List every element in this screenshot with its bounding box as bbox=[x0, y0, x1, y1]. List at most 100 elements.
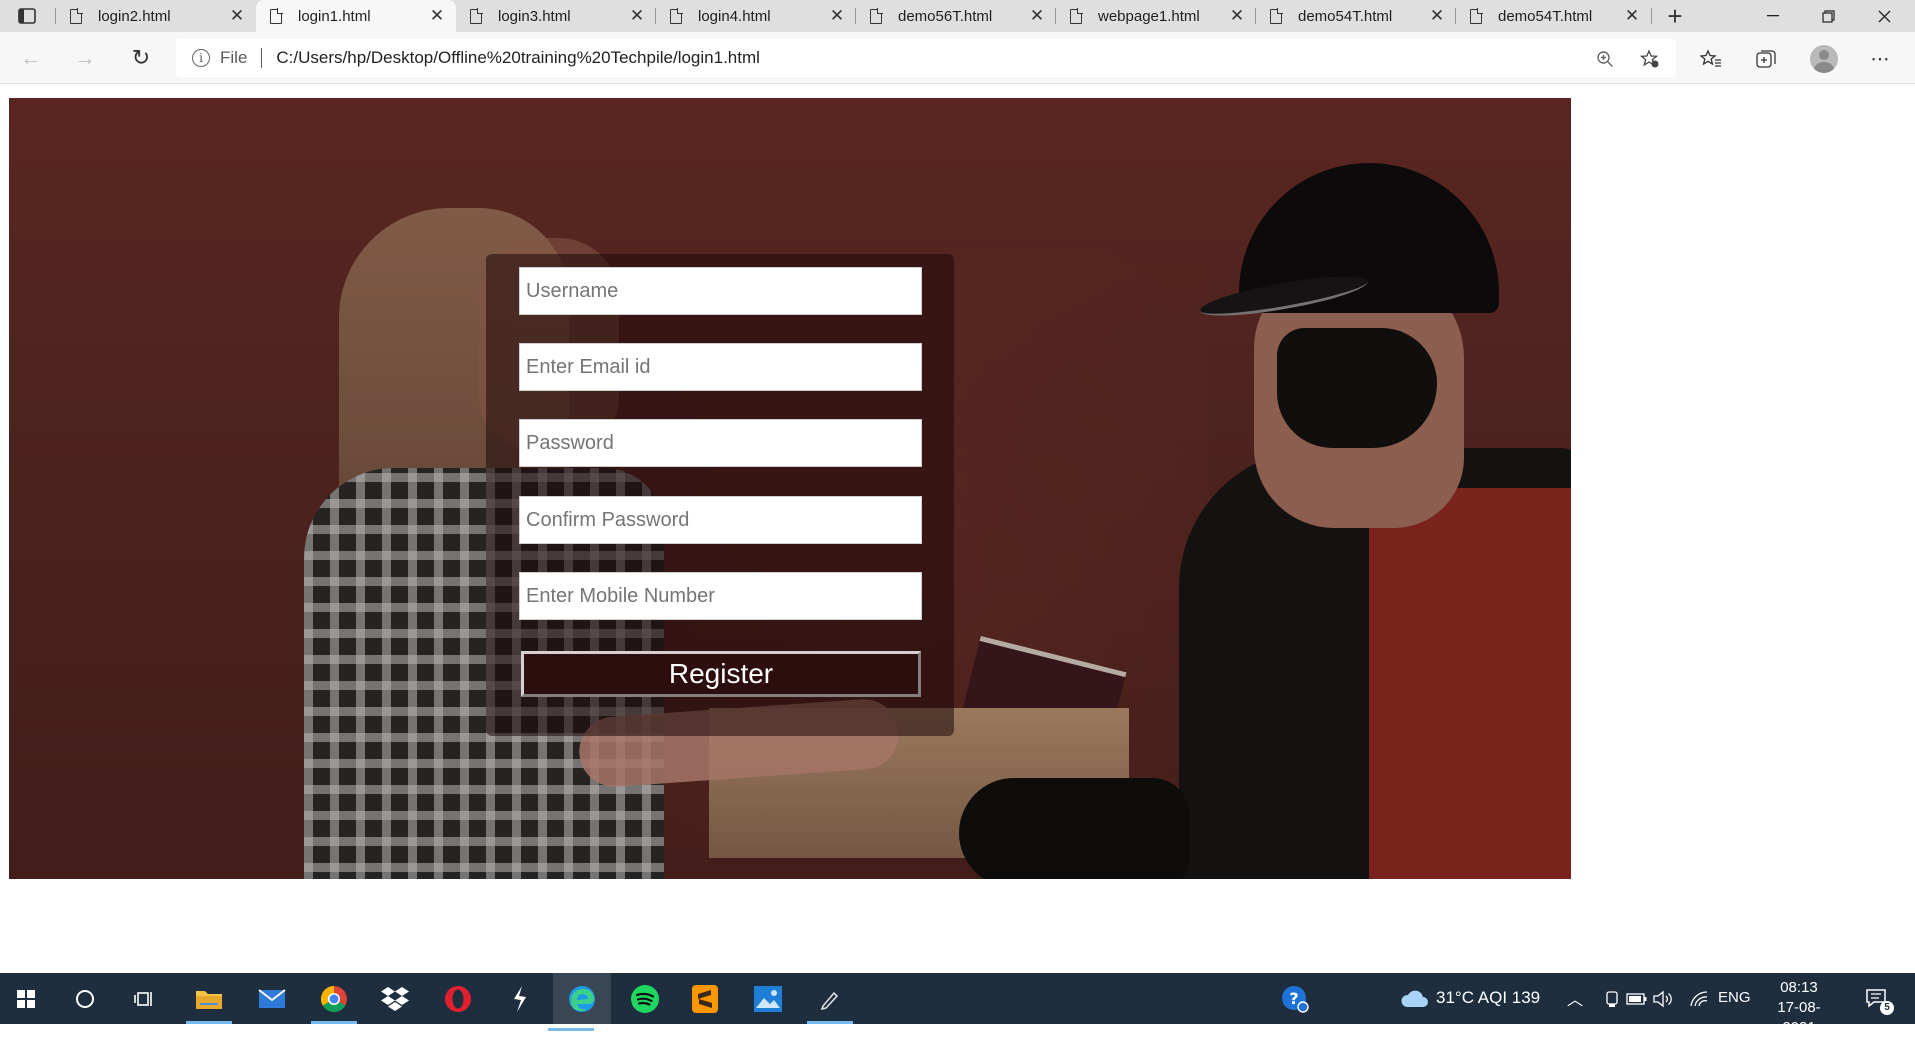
file-icon bbox=[1270, 8, 1283, 24]
restore-icon bbox=[1822, 9, 1835, 23]
weather-cloud-icon[interactable] bbox=[1396, 981, 1432, 1017]
info-icon[interactable]: i bbox=[192, 49, 210, 67]
back-icon: ← bbox=[20, 45, 42, 70]
register-button[interactable]: Register bbox=[521, 651, 921, 697]
system-clock[interactable]: 08:13 17-08-2021 bbox=[1762, 978, 1836, 1038]
close-tab-icon[interactable]: ✕ bbox=[428, 7, 446, 25]
notification-count-badge: 5 bbox=[1880, 1001, 1894, 1015]
plus-icon: + bbox=[1667, 1, 1683, 31]
tab-login3[interactable]: login3.html ✕ bbox=[456, 0, 656, 32]
clock-time: 08:13 bbox=[1780, 979, 1818, 996]
address-bar[interactable]: i File C:/Users/hp/Desktop/Offline%20tra… bbox=[176, 39, 1676, 77]
wifi-icon[interactable] bbox=[1681, 981, 1717, 1017]
tab-demo54t[interactable]: demo54T.html ✕ bbox=[1256, 0, 1456, 32]
language-indicator[interactable]: ENG bbox=[1718, 989, 1751, 1006]
tab-actions-icon[interactable] bbox=[10, 5, 44, 27]
file-icon bbox=[1470, 8, 1483, 24]
close-tab-icon[interactable]: ✕ bbox=[1623, 7, 1641, 25]
browser-toolbar: ← → ↻ i File C:/Users/hp/Desktop/Offline… bbox=[0, 32, 1915, 84]
confirm-password-input[interactable] bbox=[519, 496, 922, 544]
file-icon bbox=[1070, 8, 1083, 24]
tab-strip: login2.html ✕ login1.html ✕ login3.html … bbox=[0, 0, 1915, 32]
notifications-icon[interactable]: 5 bbox=[1860, 981, 1896, 1017]
tab-login2[interactable]: login2.html ✕ bbox=[56, 0, 256, 32]
mobile-number-input[interactable] bbox=[519, 572, 922, 620]
mail-icon[interactable] bbox=[254, 981, 290, 1017]
tab-login1[interactable]: login1.html ✕ bbox=[256, 0, 456, 32]
spotify-icon[interactable] bbox=[627, 981, 663, 1017]
svg-text:?: ? bbox=[1289, 989, 1298, 1008]
file-icon bbox=[70, 8, 83, 24]
close-tab-icon[interactable]: ✕ bbox=[828, 7, 846, 25]
edge-icon[interactable] bbox=[548, 973, 611, 1031]
zoom-icon[interactable] bbox=[1594, 48, 1616, 70]
tab-title: demo56T.html bbox=[898, 7, 993, 25]
page-viewport: Register bbox=[0, 85, 1915, 973]
photos-icon[interactable] bbox=[750, 981, 786, 1017]
favorites-button[interactable] bbox=[1697, 46, 1725, 72]
tab-login4[interactable]: login4.html ✕ bbox=[656, 0, 856, 32]
more-icon: ⋯ bbox=[1870, 48, 1890, 70]
close-window-button[interactable] bbox=[1857, 0, 1912, 32]
more-button[interactable]: ⋯ bbox=[1866, 46, 1894, 72]
add-favorite-icon[interactable] bbox=[1639, 48, 1661, 70]
tab-title: demo54T.html bbox=[1298, 7, 1393, 25]
tab-webpage1[interactable]: webpage1.html ✕ bbox=[1056, 0, 1256, 32]
file-icon bbox=[470, 8, 483, 24]
password-input[interactable] bbox=[519, 419, 922, 467]
email-input[interactable] bbox=[519, 343, 922, 391]
weather-text[interactable]: 31°C AQI 139 bbox=[1436, 988, 1540, 1008]
forward-icon: → bbox=[74, 45, 96, 70]
hero-background-image: Register bbox=[9, 98, 1571, 879]
chrome-icon[interactable] bbox=[311, 981, 357, 1024]
close-tab-icon[interactable]: ✕ bbox=[1428, 7, 1446, 25]
task-view-icon[interactable] bbox=[127, 981, 163, 1017]
file-icon bbox=[670, 8, 683, 24]
url-text[interactable]: C:/Users/hp/Desktop/Offline%20training%2… bbox=[276, 48, 760, 68]
volume-icon[interactable] bbox=[1645, 981, 1681, 1017]
windows-taskbar: ? 31°C AQI 139 ︿ ENG 08:13 17-08-2021 5 bbox=[0, 973, 1915, 1036]
pen-tool-icon[interactable] bbox=[807, 981, 853, 1024]
collections-button[interactable] bbox=[1752, 46, 1780, 72]
minimize-icon bbox=[1766, 15, 1779, 17]
registration-form: Register bbox=[486, 254, 954, 736]
tab-title: login3.html bbox=[498, 7, 571, 25]
tab-demo56t[interactable]: demo56T.html ✕ bbox=[856, 0, 1056, 32]
close-icon bbox=[1878, 10, 1891, 22]
close-tab-icon[interactable]: ✕ bbox=[1028, 7, 1046, 25]
sublime-text-icon[interactable] bbox=[687, 981, 723, 1017]
close-tab-icon[interactable]: ✕ bbox=[1228, 7, 1246, 25]
close-tab-icon[interactable]: ✕ bbox=[628, 7, 646, 25]
profile-avatar[interactable] bbox=[1810, 45, 1838, 73]
dropbox-icon[interactable] bbox=[377, 981, 413, 1017]
help-icon[interactable]: ? bbox=[1277, 981, 1313, 1017]
opera-icon[interactable] bbox=[440, 981, 476, 1017]
tab-title: demo54T.html bbox=[1498, 7, 1593, 25]
back-button[interactable]: ← bbox=[16, 44, 46, 72]
scheme-label: File bbox=[220, 48, 248, 67]
tab-separator bbox=[1651, 8, 1652, 24]
windows-start-icon[interactable] bbox=[8, 981, 44, 1017]
username-input[interactable] bbox=[519, 267, 922, 315]
collections-icon bbox=[1756, 50, 1776, 68]
new-tab-button[interactable]: + bbox=[1660, 1, 1690, 31]
favorites-icon bbox=[1700, 49, 1721, 67]
close-tab-icon[interactable]: ✕ bbox=[228, 7, 246, 25]
restore-button[interactable] bbox=[1801, 0, 1856, 32]
minimize-button[interactable] bbox=[1745, 0, 1800, 32]
app-bolt-icon[interactable] bbox=[502, 981, 538, 1017]
tab-title: login2.html bbox=[98, 7, 171, 25]
file-icon bbox=[270, 8, 283, 24]
forward-button[interactable]: → bbox=[70, 44, 100, 72]
refresh-icon: ↻ bbox=[131, 45, 151, 70]
address-separator bbox=[261, 48, 263, 68]
file-explorer-icon[interactable] bbox=[186, 981, 232, 1024]
tab-title: login4.html bbox=[698, 7, 771, 25]
show-hidden-icons-icon[interactable]: ︿ bbox=[1567, 986, 1583, 1010]
tab-demo54t-2[interactable]: demo54T.html ✕ bbox=[1456, 0, 1651, 32]
search-icon[interactable] bbox=[67, 981, 103, 1017]
tab-title: login1.html bbox=[298, 7, 371, 25]
clock-date: 17-08-2021 bbox=[1777, 999, 1821, 1036]
refresh-button[interactable]: ↻ bbox=[126, 44, 156, 72]
file-icon bbox=[870, 8, 883, 24]
